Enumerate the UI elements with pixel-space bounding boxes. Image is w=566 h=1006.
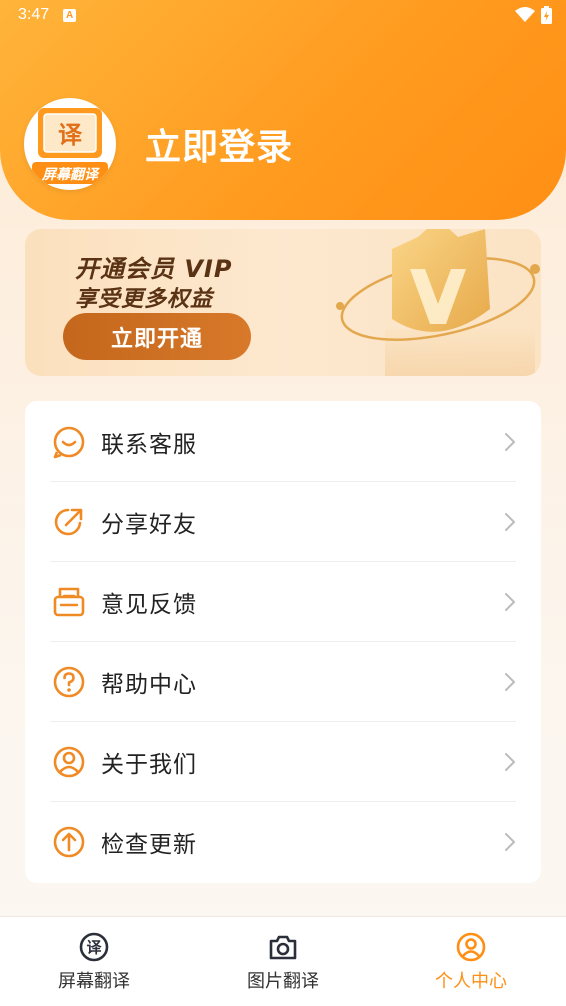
vip-subtitle: 享受更多权益 <box>75 287 214 312</box>
vip-open-button[interactable]: 立即开通 <box>63 313 251 360</box>
nav-tab-label: 图片翻译 <box>247 971 319 992</box>
battery-icon <box>541 6 552 24</box>
logo-char: 译 <box>58 121 83 149</box>
menu-item-label: 意见反馈 <box>101 592 197 618</box>
nav-tab-screen-translate[interactable]: 译 屏幕翻译 <box>19 917 169 1006</box>
nav-tab-personal-center[interactable]: 个人中心 <box>396 917 546 1006</box>
chevron-right-icon <box>505 513 515 531</box>
status-time: 3:47 <box>18 6 50 23</box>
menu-item-contact-service[interactable]: 联系客服 <box>25 401 541 481</box>
app-logo-icon: 译 屏幕翻译 <box>32 108 108 184</box>
bottom-nav: 译 屏幕翻译 图片翻译 个人中心 <box>0 916 566 1006</box>
vip-crown-icon <box>336 229 540 376</box>
svg-text:译: 译 <box>86 939 102 957</box>
user-profile-icon <box>53 746 85 778</box>
menu-card: 联系客服 分享好友 意见反馈 帮助中心 关于我们 检查更新 <box>25 401 541 883</box>
chevron-right-icon <box>505 673 515 691</box>
share-arrow-icon <box>54 508 83 536</box>
menu-item-share-friends[interactable]: 分享好友 <box>25 481 541 561</box>
vip-banner[interactable]: 开通会员 VIP 享受更多权益 立即开通 <box>25 229 541 376</box>
menu-item-label: 分享好友 <box>101 512 197 538</box>
menu-item-about-us[interactable]: 关于我们 <box>25 721 541 801</box>
menu-item-label: 检查更新 <box>101 832 197 858</box>
menu-item-label: 联系客服 <box>101 432 197 458</box>
person-icon <box>456 932 486 962</box>
chevron-right-icon <box>505 753 515 771</box>
avatar[interactable]: 译 屏幕翻译 <box>24 98 116 190</box>
vip-title: 开通会员 VIP <box>75 255 233 283</box>
upload-arrow-icon <box>53 826 85 858</box>
chevron-right-icon <box>505 433 515 451</box>
camera-icon <box>269 935 297 960</box>
chevron-right-icon <box>505 833 515 851</box>
menu-item-label: 关于我们 <box>101 752 197 778</box>
login-button[interactable]: 立即登录 <box>145 118 293 170</box>
menu-item-help-center[interactable]: 帮助中心 <box>25 641 541 721</box>
logo-text: 屏幕翻译 <box>41 166 100 183</box>
menu-item-check-update[interactable]: 检查更新 <box>25 801 541 881</box>
nav-tab-image-translate[interactable]: 图片翻译 <box>208 917 358 1006</box>
nav-tab-label: 个人中心 <box>435 971 507 992</box>
wifi-icon <box>515 7 535 22</box>
nav-tab-label: 屏幕翻译 <box>58 971 130 992</box>
translate-icon: 译 <box>79 932 109 962</box>
status-bar: 3:47 A <box>0 0 566 30</box>
menu-item-feedback[interactable]: 意见反馈 <box>25 561 541 641</box>
headset-chat-icon <box>53 426 85 459</box>
notification-icon: A <box>63 8 77 22</box>
feedback-mail-icon <box>53 587 85 617</box>
menu-item-label: 帮助中心 <box>101 672 197 698</box>
chevron-right-icon <box>505 593 515 611</box>
help-question-icon <box>53 666 85 698</box>
